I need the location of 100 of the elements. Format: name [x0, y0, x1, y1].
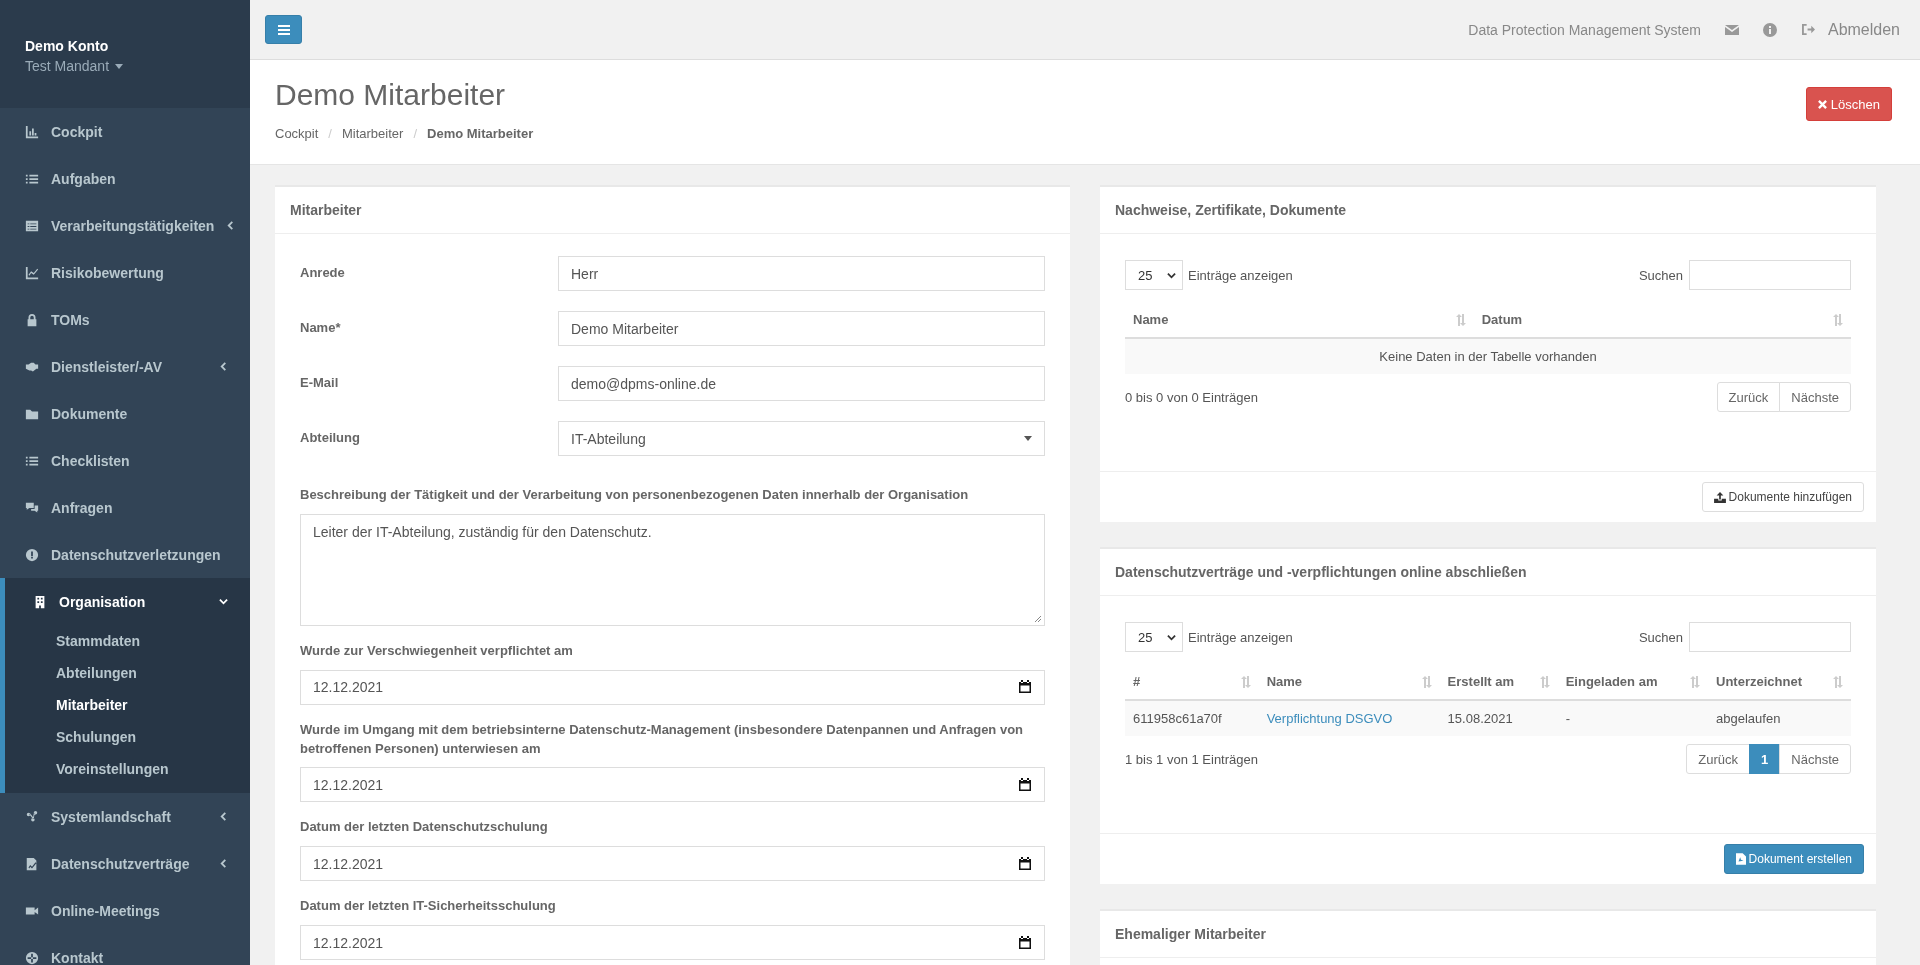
table-cell: -	[1557, 700, 1708, 736]
page-size-select[interactable]: 25	[1125, 260, 1183, 290]
nav-subitem[interactable]: Stammdaten	[5, 625, 250, 657]
search-field[interactable]	[1689, 622, 1851, 652]
nav-subitem[interactable]: Mitarbeiter	[5, 689, 250, 721]
breadcrumb-item[interactable]: Mitarbeiter	[342, 126, 404, 141]
delete-button[interactable]: Löschen	[1805, 87, 1892, 121]
card-title: Nachweise, Zertifikate, Dokumente	[1100, 187, 1876, 234]
nav-item[interactable]: Systemlandschaft	[0, 793, 250, 840]
nav-item[interactable]: Anfragen	[0, 484, 250, 531]
table-cell: 15.08.2021	[1439, 700, 1558, 736]
pagination-button[interactable]: Zurück	[1686, 744, 1751, 774]
date-field[interactable]: 12.12.2021	[300, 669, 1045, 705]
field-label: Wurde zur Verschwiegenheit verpflichtet am	[300, 641, 574, 660]
table-info: 1 bis 1 von 1 Einträgen	[1125, 751, 1258, 767]
globe-icon	[25, 950, 39, 965]
logout-link[interactable]: Abmelden	[1800, 20, 1900, 39]
field-label: Anrede	[300, 264, 346, 283]
date-field[interactable]: 12.12.2021	[300, 767, 1045, 803]
pagination-button[interactable]: Nächste	[1779, 744, 1851, 774]
sort-icon	[1539, 675, 1550, 688]
menu-button[interactable]	[265, 15, 302, 44]
account-name: Demo Konto	[25, 38, 110, 54]
x-icon	[1817, 99, 1827, 109]
nav-item[interactable]: Kontakt	[0, 934, 250, 965]
chevron-down-icon	[1167, 270, 1176, 280]
chevron-down-icon	[1167, 632, 1176, 642]
caret-icon	[1024, 436, 1032, 441]
lock-icon	[25, 312, 39, 327]
add-documents-button[interactable]: Dokumente hinzufügen	[1701, 482, 1864, 512]
tenant-dropdown[interactable]: Test Mandant	[25, 58, 124, 74]
nav-item[interactable]: Checklisten	[0, 437, 250, 484]
field-label: Datum der letzten Datenschutzschulung	[300, 818, 549, 837]
sort-icon	[1240, 675, 1251, 688]
nav-item[interactable]: Cockpit	[0, 108, 250, 155]
document-link[interactable]: Verpflichtung DSGVO	[1266, 711, 1393, 726]
search-label: Suchen	[1638, 629, 1683, 645]
pagination-button[interactable]: 1	[1749, 744, 1781, 774]
pdf-file-icon	[1735, 853, 1746, 865]
field-label: Abteilung	[300, 429, 361, 448]
nav-item[interactable]: Online-Meetings	[0, 887, 250, 934]
nav-item[interactable]: Datenschutzverletzungen	[0, 531, 250, 578]
table-info: 0 bis 0 von 0 Einträgen	[1125, 389, 1258, 405]
search-field[interactable]	[1689, 260, 1851, 290]
nav-item[interactable]: Datenschutzverträge	[0, 840, 250, 887]
nav-item[interactable]: Verarbeitungstätigkeiten	[0, 202, 250, 249]
nav-item[interactable]: Aufgaben	[0, 155, 250, 202]
breadcrumb-separator: /	[413, 126, 418, 141]
pagination-button[interactable]: Nächste	[1779, 382, 1851, 412]
date-field[interactable]: 12.12.2021	[300, 925, 1045, 961]
length-label: Einträge anzeigen	[1188, 629, 1293, 645]
create-document-button[interactable]: Dokument erstellen	[1723, 844, 1864, 874]
info-icon[interactable]	[1762, 22, 1777, 37]
breadcrumb-item[interactable]: Cockpit	[275, 126, 319, 141]
sort-icon	[1833, 313, 1843, 326]
date-field[interactable]: 12.12.2021	[300, 846, 1045, 882]
page-title: Demo Mitarbeiter	[275, 78, 507, 112]
chevron-left-icon	[219, 812, 228, 821]
chevron-left-icon	[219, 362, 228, 371]
envelope-icon[interactable]	[1724, 24, 1739, 35]
nav-item[interactable]: Organisation	[0, 578, 250, 625]
nav-item[interactable]: Risikobewertung	[0, 249, 250, 296]
signed-document-icon	[25, 856, 39, 871]
speech-bubbles-icon	[25, 500, 39, 515]
app-name: Data Protection Management System	[1468, 21, 1701, 38]
nav-item[interactable]: Dienstleister/-AV	[0, 343, 250, 390]
text-field[interactable]: Herr	[558, 256, 1045, 291]
field-label: Beschreibung der Tätigkeit und der Verarbeitung von personenbezogenen Daten innerhalb der Organisation	[300, 486, 970, 504]
table-cell: abgelaufen	[1708, 700, 1851, 736]
sort-icon	[1690, 675, 1700, 688]
text-field[interactable]: demo@dpms-online.de	[558, 366, 1045, 401]
breadcrumb-separator: /	[328, 126, 332, 141]
menu-icon	[277, 24, 290, 35]
network-icon	[25, 809, 39, 824]
building-icon	[33, 594, 47, 609]
text-field[interactable]: Demo Mitarbeiter	[558, 311, 1045, 346]
nav-item[interactable]: TOMs	[0, 296, 250, 343]
field-label: Name*	[300, 319, 342, 338]
line-chart-icon	[25, 265, 39, 280]
empty-table-message: Keine Daten in der Tabelle vorhanden	[1125, 338, 1851, 374]
pagination-button[interactable]: Zurück	[1716, 382, 1781, 412]
nav-item[interactable]: Dokumente	[0, 390, 250, 437]
calendar-icon	[1018, 935, 1032, 950]
nav-subitem[interactable]: Abteilungen	[5, 657, 250, 689]
card-title: Datenschutzverträge und -verpflichtungen online abschließen	[1100, 549, 1876, 596]
page-size-select[interactable]: 25	[1125, 622, 1183, 652]
resize-grip-icon	[1034, 614, 1042, 623]
select-field[interactable]: IT-Abteilung	[558, 421, 1045, 456]
breadcrumb-item: Demo Mitarbeiter	[427, 126, 534, 141]
card-title: Mitarbeiter	[275, 187, 1070, 234]
upload-icon	[1713, 491, 1726, 503]
chevron-down-icon	[219, 597, 228, 606]
textarea-field[interactable]: Leiter der IT-Abteilung, zuständig für den Datenschutz.	[300, 513, 1045, 626]
nav-subitem[interactable]: Voreinstellungen	[5, 753, 250, 785]
nav-subitem[interactable]: Schulungen	[5, 721, 250, 753]
bar-chart-icon	[25, 124, 39, 139]
sort-icon	[1833, 675, 1843, 688]
field-label: Wurde im Umgang mit dem betriebsinterne Datenschutz-Management (insbesondere Datenpannen und Anfragen von betroffenen Personen) unterwiesen am	[300, 720, 1025, 758]
calendar-icon	[1018, 856, 1032, 871]
card-title: Ehemaliger Mitarbeiter	[1100, 911, 1876, 958]
